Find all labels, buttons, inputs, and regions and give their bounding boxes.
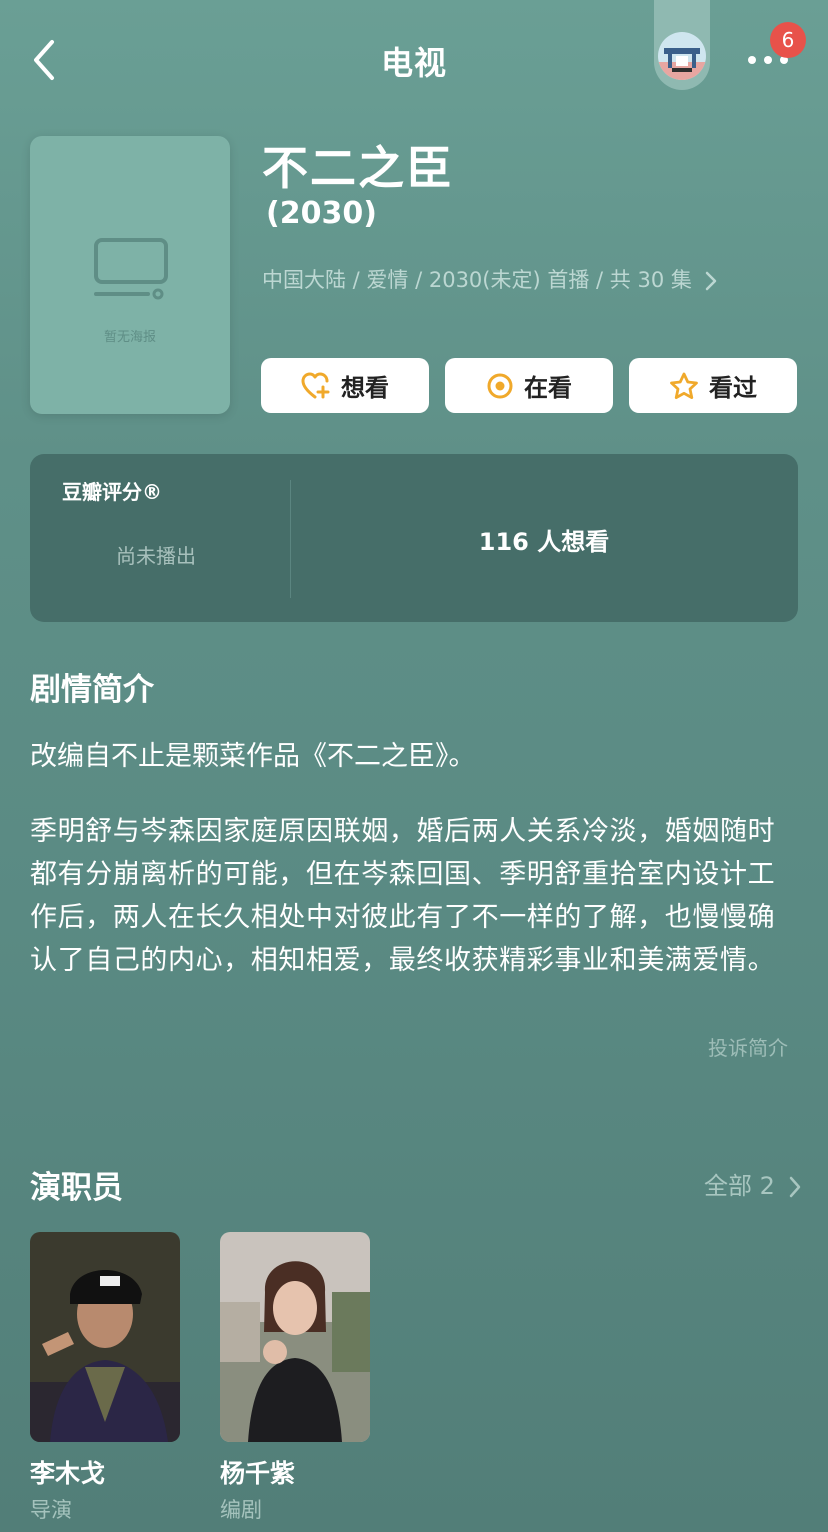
cast-name[interactable]: 李木戈 bbox=[30, 1454, 105, 1490]
poster-placeholder-text: 暂无海报 bbox=[103, 330, 156, 345]
show-title: 不二之臣 bbox=[262, 141, 454, 195]
avatar[interactable] bbox=[658, 32, 706, 80]
cast-photo-director[interactable] bbox=[30, 1232, 180, 1442]
cast-role: 编剧 bbox=[220, 1498, 262, 1522]
person-photo-icon bbox=[220, 1232, 370, 1442]
rating-label: 豆瓣评分® bbox=[62, 480, 162, 504]
watching-label: 在看 bbox=[524, 374, 572, 402]
show-year: (2030) bbox=[266, 196, 377, 231]
watched-button[interactable]: 看过 bbox=[629, 358, 797, 413]
star-icon bbox=[670, 372, 698, 399]
chevron-right-icon bbox=[789, 1176, 800, 1198]
target-circle-icon bbox=[487, 373, 513, 398]
person-photo-icon bbox=[30, 1232, 180, 1442]
synopsis-heading: 剧情简介 bbox=[30, 672, 154, 708]
report-synopsis-link[interactable]: 投诉简介 bbox=[708, 1032, 788, 1061]
cast-all-link[interactable]: 全部 2 bbox=[704, 1166, 801, 1201]
want-button[interactable]: 想看 bbox=[261, 358, 429, 413]
cast-name[interactable]: 杨千紫 bbox=[220, 1454, 295, 1490]
want-count[interactable]: 116 人想看 bbox=[290, 522, 798, 557]
watching-button[interactable]: 在看 bbox=[445, 358, 613, 413]
notification-badge: 6 bbox=[770, 22, 806, 58]
synopsis-paragraph: 季明舒与岑森因家庭原因联姻，婚后两人关系冷淡，婚姻随时都有分崩离析的可能，但在岑… bbox=[30, 816, 776, 976]
gate-illustration-icon bbox=[658, 32, 706, 80]
show-meta[interactable]: 中国大陆 / 爱情 / 2030(未定) 首播 / 共 30 集 bbox=[262, 264, 717, 294]
cast-photo-writer[interactable] bbox=[220, 1232, 370, 1442]
cast-role: 导演 bbox=[30, 1498, 72, 1522]
tv-icon bbox=[94, 238, 168, 300]
want-label: 想看 bbox=[341, 374, 389, 402]
heart-plus-icon bbox=[301, 372, 330, 398]
show-meta-text: 中国大陆 / 爱情 / 2030(未定) 首播 / 共 30 集 bbox=[262, 268, 692, 292]
poster-placeholder[interactable]: 暂无海报 bbox=[30, 136, 230, 414]
synopsis-paragraph: 改编自不止是颗菜作品《不二之臣》。 bbox=[30, 741, 476, 772]
rating-status: 尚未播出 bbox=[116, 544, 196, 568]
cast-heading: 演职员 bbox=[30, 1170, 123, 1206]
chevron-right-icon bbox=[705, 271, 716, 291]
watched-label: 看过 bbox=[709, 374, 757, 402]
cast-all-label: 全部 2 bbox=[704, 1172, 775, 1200]
